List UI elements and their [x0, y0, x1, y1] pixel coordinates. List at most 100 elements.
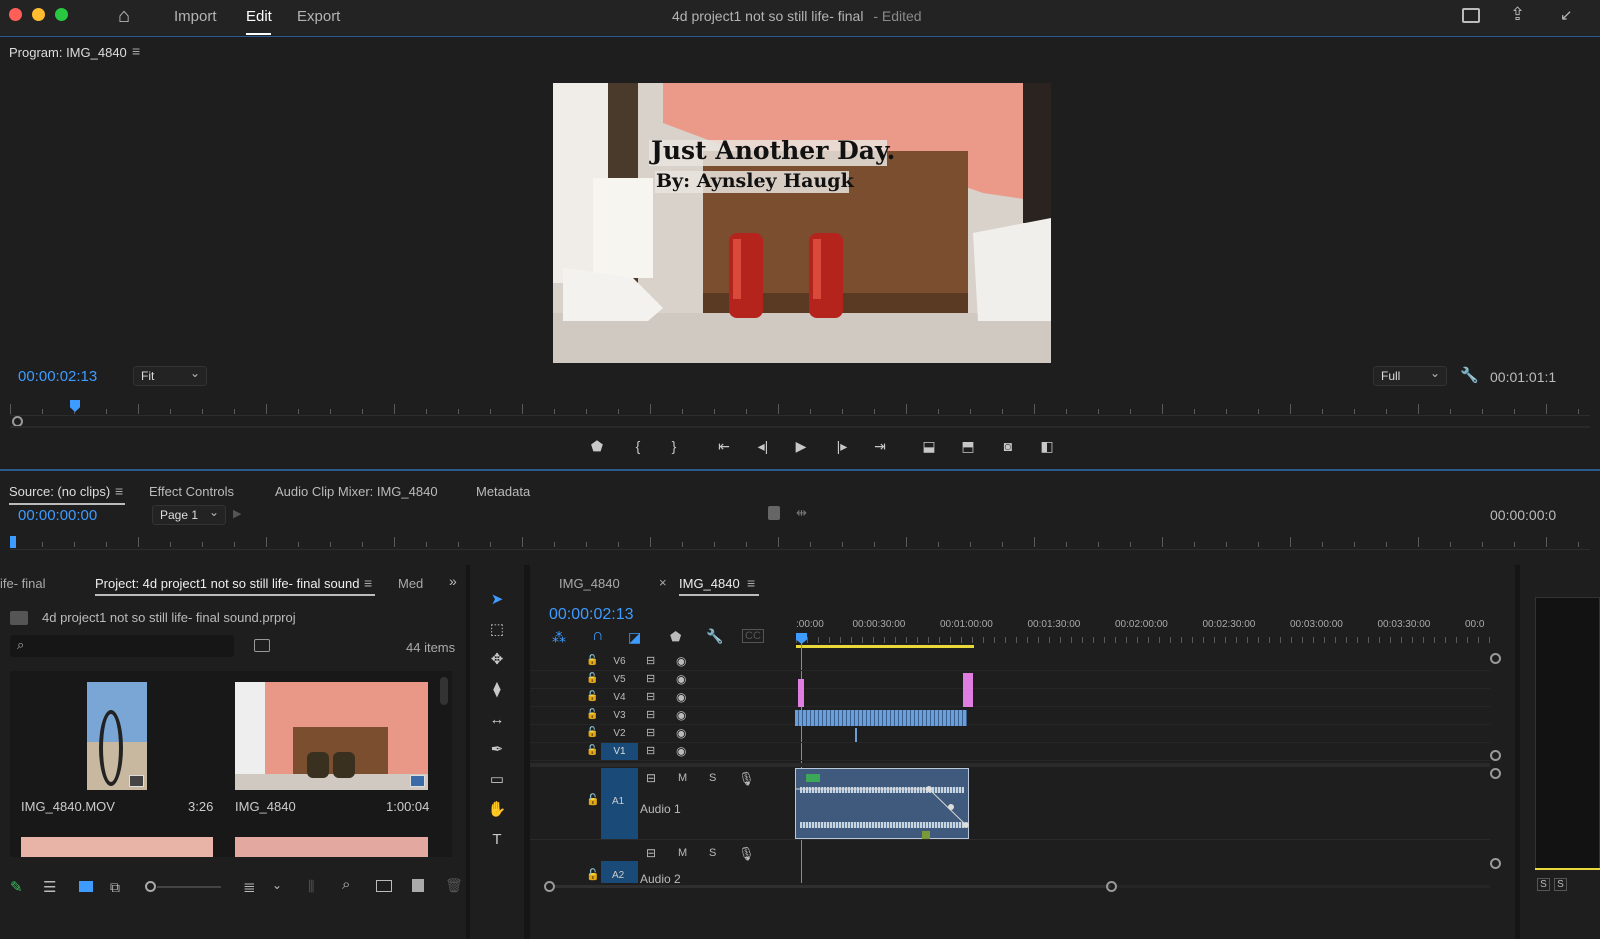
audio-scroll-top-handle[interactable] — [1490, 768, 1501, 779]
ripple-edit-tool-icon[interactable]: ✥ — [486, 649, 508, 671]
lock-a2-icon[interactable]: 🔓 — [586, 868, 600, 881]
lock-icon[interactable]: 🔓 — [586, 727, 598, 738]
workspaces-icon[interactable] — [1462, 8, 1480, 23]
track-select-tool-icon[interactable]: ⬚ — [486, 619, 508, 641]
lock-icon[interactable]: 🔓 — [586, 745, 598, 756]
video-track-v1[interactable]: 🔓 V1 ⊟ ◉ — [530, 743, 1490, 761]
a2-sync-icon[interactable]: ⊟ — [646, 846, 656, 860]
clip-v5-start[interactable] — [798, 679, 804, 707]
sync-lock-icon[interactable]: ⊟ — [646, 672, 655, 685]
eye-icon[interactable]: ◉ — [676, 744, 686, 758]
sync-lock-icon[interactable]: ⊟ — [646, 708, 655, 721]
snap-icon[interactable]: ∩ — [592, 627, 604, 645]
program-panel-title[interactable]: Program: IMG_4840 — [9, 45, 127, 60]
program-scrollbar[interactable] — [10, 426, 1590, 428]
tab-audio-clip-mixer[interactable]: Audio Clip Mixer: IMG_4840 — [275, 484, 438, 499]
lift-icon[interactable]: ⬓ — [918, 436, 940, 456]
lock-icon[interactable]: 🔓 — [586, 673, 598, 684]
page-dropdown[interactable]: Page 1 — [152, 505, 226, 525]
tab-project[interactable]: Project: 4d project1 not so still life- … — [95, 576, 359, 591]
sync-lock-icon[interactable]: ⊟ — [646, 654, 655, 667]
eye-icon[interactable]: ◉ — [676, 672, 686, 686]
timeline-scroll-track[interactable] — [1117, 885, 1490, 888]
type-tool-icon[interactable]: T — [486, 829, 508, 851]
video-track-v2[interactable]: 🔓 V2 ⊟ ◉ — [530, 725, 1490, 743]
close-sequence-icon[interactable]: × — [659, 575, 667, 590]
insert-icon[interactable] — [768, 506, 780, 520]
a2-solo-button[interactable]: S — [709, 847, 716, 859]
go-to-out-icon[interactable]: ⇥ — [871, 436, 889, 456]
clip-thumbnail-3[interactable] — [21, 837, 213, 857]
hand-tool-icon[interactable]: ✋ — [486, 799, 508, 821]
page-next-icon[interactable]: ▶ — [233, 507, 241, 520]
captions-icon[interactable]: CC — [742, 629, 764, 643]
timeline-menu-icon[interactable]: ≡ — [747, 575, 755, 591]
expand-icon[interactable]: ↙ — [1560, 6, 1573, 26]
timeline-zoom-right-handle[interactable] — [1106, 881, 1117, 892]
eye-icon[interactable]: ◉ — [676, 690, 686, 704]
comparison-view-icon[interactable]: ◧ — [1036, 436, 1058, 456]
new-search-bin-icon[interactable] — [254, 639, 270, 652]
audio-track-a1-target[interactable]: A1 — [601, 768, 638, 840]
sync-lock-icon[interactable]: ⊟ — [646, 690, 655, 703]
audio-scroll-bottom-handle[interactable] — [1490, 858, 1501, 869]
zoom-window-button[interactable] — [55, 8, 68, 21]
video-scroll-top-handle[interactable] — [1490, 653, 1501, 664]
audio-track-a2-target[interactable]: A2 — [601, 861, 638, 883]
solo-right-button[interactable]: S — [1554, 878, 1567, 891]
sort-icon[interactable]: ≣ — [243, 878, 256, 896]
video-audio-divider[interactable] — [530, 763, 1490, 767]
close-window-button[interactable] — [9, 8, 22, 21]
a2-mute-button[interactable]: M — [678, 847, 687, 859]
tab-media-browser[interactable]: Med — [398, 576, 423, 591]
track-label[interactable]: V1 — [601, 743, 638, 760]
video-scroll-bottom-handle[interactable] — [1490, 750, 1501, 761]
minimize-window-button[interactable] — [32, 8, 45, 21]
rectangle-tool-icon[interactable]: ▭ — [486, 769, 508, 791]
eye-icon[interactable]: ◉ — [676, 726, 686, 740]
clip-v3[interactable] — [795, 710, 967, 726]
zoom-dropdown[interactable]: Fit — [133, 366, 207, 386]
tab-prev-project[interactable]: ife- final — [0, 576, 46, 591]
lock-a1-icon[interactable]: 🔓 — [586, 793, 600, 806]
pen-tool-icon[interactable]: ✒ — [486, 739, 508, 761]
freeform-view-icon[interactable]: ⧉ — [110, 879, 120, 896]
timeline-ruler[interactable]: :00:00 00:00:30:00 00:01:00:00 00:01:30:00 0… — [796, 617, 1490, 647]
a1-sync-icon[interactable]: ⊟ — [646, 771, 656, 785]
timeline-settings-icon[interactable]: 🔧 — [706, 628, 723, 645]
pencil-icon[interactable]: ✎ — [10, 878, 23, 896]
export-frame-icon[interactable]: ◙ — [998, 436, 1018, 456]
timeline-zoom-left-handle[interactable] — [544, 881, 555, 892]
find-icon[interactable]: ⌕ — [342, 876, 350, 893]
source-menu-icon[interactable]: ≡ — [115, 483, 123, 499]
extract-icon[interactable]: ⬒ — [957, 436, 979, 456]
project-search-input[interactable]: ⌕ — [10, 635, 234, 657]
track-label[interactable]: V6 — [601, 653, 638, 670]
clip-thumbnail-2[interactable] — [235, 682, 428, 790]
clip-v2[interactable] — [855, 728, 857, 742]
track-label[interactable]: V4 — [601, 689, 638, 706]
play-icon[interactable]: ▶ — [792, 436, 810, 456]
sync-lock-icon[interactable]: ⊟ — [646, 744, 655, 757]
source-ruler[interactable] — [10, 537, 1590, 547]
a1-voiceover-icon[interactable]: 🎙 — [738, 771, 755, 787]
lock-icon[interactable]: 🔓 — [586, 655, 598, 666]
step-forward-icon[interactable]: |▸ — [833, 436, 851, 456]
audio-clip-a1[interactable] — [795, 768, 969, 839]
program-panel-menu-icon[interactable]: ≡ — [132, 43, 140, 59]
step-back-icon[interactable]: ◂| — [754, 436, 772, 456]
source-playhead[interactable] — [10, 536, 16, 548]
source-timecode[interactable]: 00:00:00:00 — [18, 507, 97, 524]
clip-thumbnail-1[interactable] — [87, 682, 147, 790]
project-scrollbar[interactable] — [440, 677, 448, 705]
video-track-v4[interactable]: 🔓 V4 ⊟ ◉ — [530, 689, 1490, 707]
video-track-v5[interactable]: 🔓 V5 ⊟ ◉ — [530, 671, 1490, 689]
resolution-dropdown[interactable]: Full — [1373, 366, 1447, 386]
add-marker-timeline-icon[interactable]: ⬟ — [670, 629, 681, 645]
track-label[interactable]: V2 — [601, 725, 638, 742]
trash-icon[interactable]: 🗑 — [445, 877, 463, 894]
zoom-slider-handle[interactable] — [145, 881, 156, 892]
more-panels-icon[interactable]: » — [449, 573, 457, 589]
tab-sequence-2[interactable]: IMG_4840 — [679, 576, 740, 591]
add-marker-icon[interactable]: ⬟ — [588, 436, 606, 456]
